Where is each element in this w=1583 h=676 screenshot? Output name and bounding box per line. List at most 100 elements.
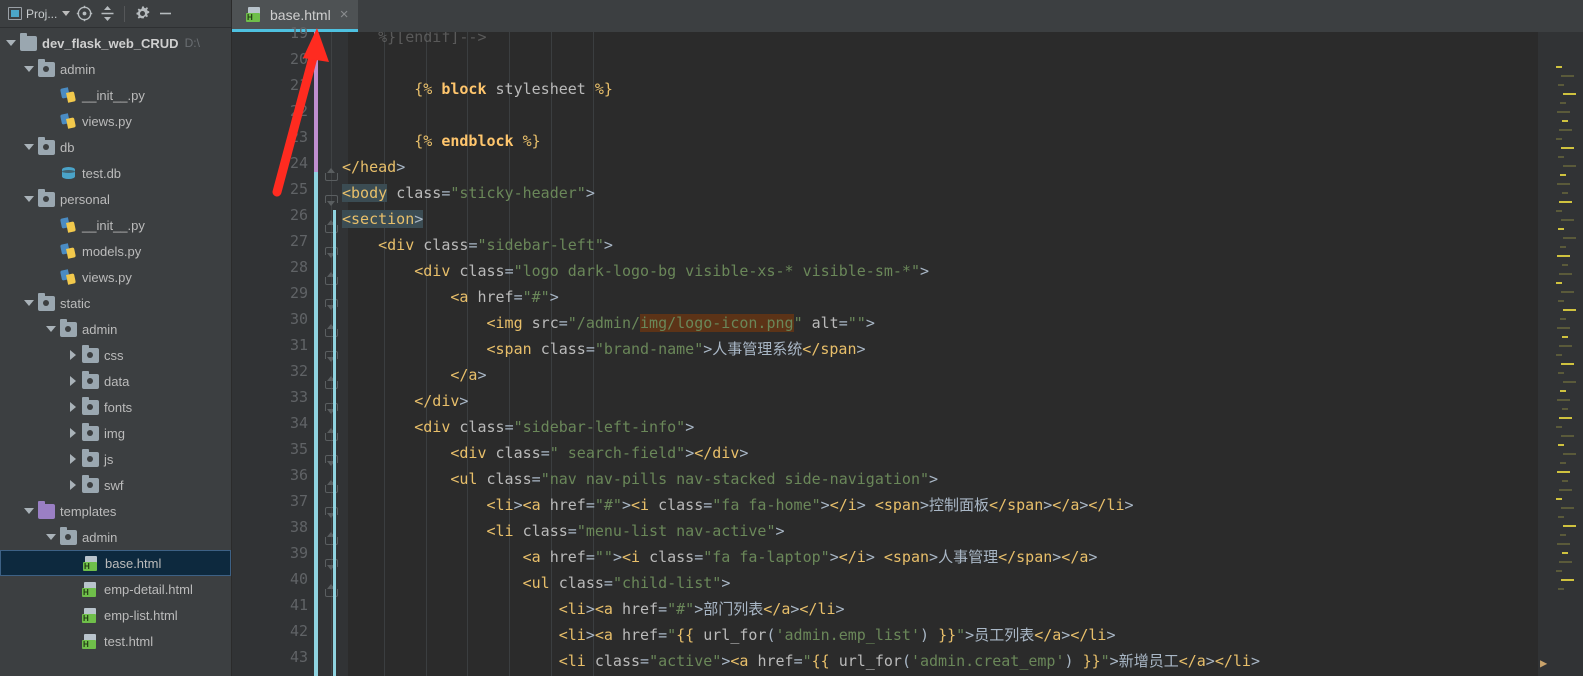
line-number: 21	[289, 76, 308, 94]
tree-item-swf[interactable]: swf	[0, 472, 231, 498]
chevron-down-icon[interactable]	[22, 192, 36, 206]
fold-handle-icon[interactable]	[325, 558, 338, 571]
fold-handle-icon[interactable]	[325, 428, 338, 441]
tree-item-admin[interactable]: admin	[0, 316, 231, 342]
tree-item-personal[interactable]: personal	[0, 186, 231, 212]
code-line-41[interactable]: <li><a href="#">部门列表</a></li>	[342, 596, 845, 622]
code-line-23[interactable]: {% endblock %}	[342, 128, 540, 154]
tree-item-dev-flask-web-crud[interactable]: dev_flask_web_CRUD D:\	[0, 30, 231, 56]
code-line-39[interactable]: <a href=""><i class="fa fa-laptop"></i> …	[342, 544, 1098, 570]
chevron-right-icon[interactable]	[66, 348, 80, 362]
line-number: 34	[289, 414, 308, 432]
fold-handle-icon[interactable]	[325, 480, 338, 493]
tree-item-templates[interactable]: templates	[0, 498, 231, 524]
html-icon	[82, 581, 99, 597]
fold-handle-icon[interactable]	[325, 506, 338, 519]
code-text[interactable]: %}[endif]--> {% block stylesheet %} {% e…	[342, 32, 1583, 676]
tree-item-img[interactable]: img	[0, 420, 231, 446]
code-line-38[interactable]: <li class="menu-list nav-active">	[342, 518, 785, 544]
chevron-right-icon[interactable]	[66, 478, 80, 492]
tree-item-static[interactable]: static	[0, 290, 231, 316]
settings-gear-icon[interactable]	[132, 3, 153, 25]
code-line-28[interactable]: <div class="logo dark-logo-bg visible-xs…	[342, 258, 929, 284]
chevron-right-icon[interactable]	[66, 374, 80, 388]
chevron-right-icon[interactable]	[66, 426, 80, 440]
chevron-down-icon[interactable]	[4, 36, 18, 50]
code-line-25[interactable]: <body class="sticky-header">	[342, 180, 595, 206]
tree-item-admin[interactable]: admin	[0, 56, 231, 82]
project-file-tree[interactable]: dev_flask_web_CRUD D:\ admin __init__.py vie…	[0, 28, 231, 654]
fold-handle-icon[interactable]	[325, 350, 338, 363]
fold-handle-icon[interactable]	[325, 454, 338, 467]
tree-item-fonts[interactable]: fonts	[0, 394, 231, 420]
line-number: 40	[289, 570, 308, 588]
tree-item-admin[interactable]: admin	[0, 524, 231, 550]
fold-handle-icon[interactable]	[325, 584, 338, 597]
chevron-right-icon[interactable]	[66, 400, 80, 414]
code-line-26[interactable]: <section>	[342, 206, 424, 232]
tree-item-views-py[interactable]: views.py	[0, 264, 231, 290]
tree-item-emp-detail-html[interactable]: emp-detail.html	[0, 576, 231, 602]
chevron-down-icon[interactable]	[44, 322, 58, 336]
vcs-change-marker-magenta[interactable]	[314, 32, 318, 172]
code-line-43[interactable]: <li class="active"><a href="{{ url_for('…	[342, 648, 1260, 674]
tree-item--init-py[interactable]: __init__.py	[0, 82, 231, 108]
locate-target-icon[interactable]	[74, 3, 95, 25]
chevron-down-icon[interactable]	[44, 530, 58, 544]
tree-item-base-html[interactable]: base.html	[0, 550, 231, 576]
chevron-down-icon[interactable]	[22, 62, 36, 76]
tree-item-test-db[interactable]: test.db	[0, 160, 231, 186]
fold-handle-icon[interactable]	[325, 272, 338, 285]
chevron-down-icon[interactable]	[22, 140, 36, 154]
code-line-37[interactable]: <li><a href="#"><i class="fa fa-home"></…	[342, 492, 1134, 518]
code-line-32[interactable]: </a>	[342, 362, 486, 388]
minimap-line	[1557, 111, 1570, 113]
tree-item-db[interactable]: db	[0, 134, 231, 160]
tree-item-test-html[interactable]: test.html	[0, 628, 231, 654]
code-surface[interactable]: 19 20 21 22 23 24 25 26 27 28 29 30 31 32 33 34 35 36 37 38…	[232, 24, 1583, 676]
code-line-31[interactable]: <span class="brand-name">人事管理系统</span>	[342, 336, 866, 362]
code-line-34[interactable]: <div class="sidebar-left-info">	[342, 414, 694, 440]
close-icon[interactable]: ×	[340, 7, 349, 22]
hide-panel-icon[interactable]	[155, 3, 176, 25]
fold-handle-icon[interactable]	[325, 402, 338, 415]
chevron-down-icon[interactable]	[22, 296, 36, 310]
code-minimap[interactable]: ▶	[1537, 32, 1583, 676]
tree-item-emp-list-html[interactable]: emp-list.html	[0, 602, 231, 628]
tree-item-views-py[interactable]: views.py	[0, 108, 231, 134]
project-view-selector[interactable]: Proj...	[6, 7, 72, 21]
fold-handle-icon[interactable]	[325, 194, 338, 207]
fold-handle-icon[interactable]	[325, 298, 338, 311]
fold-handle-icon[interactable]	[325, 168, 338, 181]
code-line-24[interactable]: </head>	[342, 154, 405, 180]
code-line-30[interactable]: <img src="/admin/img/logo-icon.png" alt=…	[342, 310, 875, 336]
code-line-36[interactable]: <ul class="nav nav-pills nav-stacked sid…	[342, 466, 938, 492]
fold-handle-icon[interactable]	[325, 220, 338, 233]
fold-handle-icon[interactable]	[325, 246, 338, 259]
collapse-all-icon[interactable]	[97, 3, 117, 25]
code-line-40[interactable]: <ul class="child-list">	[342, 570, 731, 596]
tree-item--init-py[interactable]: __init__.py	[0, 212, 231, 238]
tree-item-js[interactable]: js	[0, 446, 231, 472]
code-line-29[interactable]: <a href="#">	[342, 284, 558, 310]
chevron-right-icon[interactable]	[66, 452, 80, 466]
fold-handle-icon[interactable]	[325, 324, 338, 337]
tree-item-data[interactable]: data	[0, 368, 231, 394]
code-line-21[interactable]: {% block stylesheet %}	[342, 76, 613, 102]
fold-handle-icon[interactable]	[325, 376, 338, 389]
code-line-27[interactable]: <div class="sidebar-left">	[342, 232, 613, 258]
minimap-line	[1562, 120, 1568, 122]
tree-item-models-py[interactable]: models.py	[0, 238, 231, 264]
modfolder-icon	[82, 344, 99, 363]
vcs-change-marker-cyan[interactable]	[314, 172, 318, 676]
minimap-line	[1556, 66, 1562, 68]
fold-handle-icon[interactable]	[325, 532, 338, 545]
chevron-down-icon[interactable]	[22, 504, 36, 518]
code-line-19[interactable]: %}[endif]-->	[342, 32, 486, 50]
code-line-42[interactable]: <li><a href="{{ url_for('admin.emp_list'…	[342, 622, 1116, 648]
tree-item-css[interactable]: css	[0, 342, 231, 368]
code-line-35[interactable]: <div class=" search-field"></div>	[342, 440, 748, 466]
code-line-33[interactable]: </div>	[342, 388, 468, 414]
